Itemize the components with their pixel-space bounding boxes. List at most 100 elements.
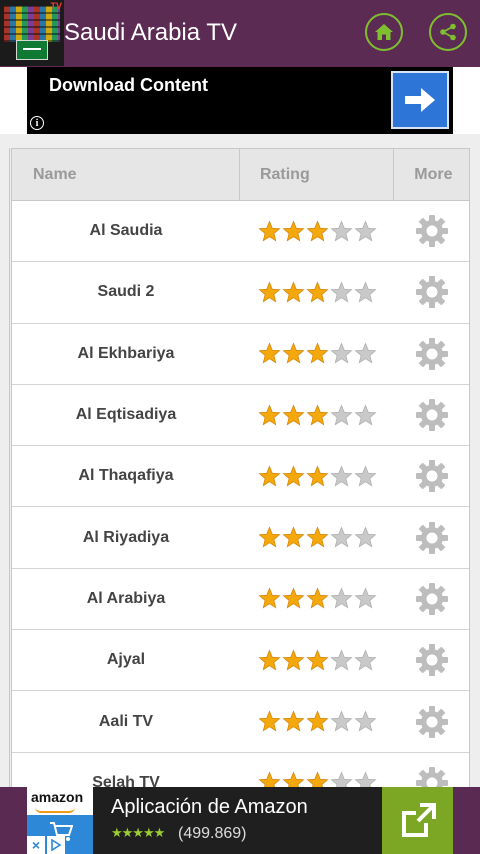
channel-rating[interactable] <box>240 569 394 629</box>
column-header-name[interactable]: Name <box>12 149 240 200</box>
table-row[interactable]: Al Ekhbariya <box>12 323 469 385</box>
table-row[interactable]: Al Saudia <box>12 201 469 263</box>
ad-choices-icon[interactable] <box>47 836 65 854</box>
star-filled-icon <box>258 649 281 671</box>
app-bar: TV Saudi Arabia TV <box>0 0 480 67</box>
table-row[interactable]: Al Eqtisadiya <box>12 384 469 447</box>
table-header: Name Rating More <box>12 149 469 201</box>
channel-list-area: Name Rating More Al Saudia Saudi 2 Al Ekhb… <box>0 134 480 787</box>
table-row[interactable]: Al Thaqafiya <box>12 446 469 508</box>
bottom-ad-open-button[interactable] <box>382 787 453 854</box>
app-title: Saudi Arabia TV <box>64 19 238 46</box>
channel-rating[interactable] <box>240 324 394 384</box>
table-row[interactable]: Selah TV <box>12 752 469 787</box>
gear-icon <box>415 582 448 615</box>
ad-info-icon[interactable]: i <box>30 116 44 130</box>
gear-icon <box>415 705 448 738</box>
channel-rating[interactable] <box>240 262 394 322</box>
gear-icon <box>415 337 448 370</box>
star-filled-icon <box>282 281 305 303</box>
star-empty-icon <box>354 526 377 548</box>
channel-rating[interactable] <box>240 201 394 261</box>
channel-table: Name Rating More Al Saudia Saudi 2 Al Ekhb… <box>11 148 470 787</box>
channel-rating[interactable] <box>240 691 394 751</box>
star-empty-icon <box>330 342 353 364</box>
gear-icon <box>415 215 448 248</box>
share-button[interactable] <box>429 13 467 51</box>
channel-name: Al Eqtisadiya <box>75 406 177 424</box>
channel-rating[interactable] <box>240 630 394 690</box>
bottom-ad-content[interactable]: amazon Aplicación de Amazon ★★★★★ (499.8… <box>27 787 453 854</box>
more-options-button[interactable] <box>394 385 469 445</box>
star-filled-icon <box>258 220 281 242</box>
gear-icon <box>415 276 448 309</box>
star-empty-icon <box>354 710 377 732</box>
star-filled-icon <box>258 710 281 732</box>
star-filled-icon <box>306 526 329 548</box>
more-options-button[interactable] <box>394 201 469 261</box>
share-icon <box>440 23 456 41</box>
star-empty-icon <box>354 342 377 364</box>
star-empty-icon <box>330 771 353 787</box>
top-ad-text: Download Content <box>49 75 208 95</box>
more-options-button[interactable] <box>394 630 469 690</box>
more-options-button[interactable] <box>394 691 469 751</box>
more-options-button[interactable] <box>394 753 469 787</box>
column-header-more[interactable]: More <box>394 149 469 200</box>
table-row[interactable]: Al Riyadiya <box>12 507 469 569</box>
star-filled-icon <box>306 220 329 242</box>
external-open-icon <box>401 802 436 837</box>
star-filled-icon <box>258 403 281 425</box>
top-ad-content[interactable]: Download Content i <box>27 67 453 134</box>
star-empty-icon <box>330 281 353 303</box>
gear-icon <box>415 399 448 432</box>
star-filled-icon <box>306 465 329 487</box>
bottom-ad-title: Aplicación de Amazon <box>111 796 308 818</box>
column-header-rating[interactable]: Rating <box>240 149 395 200</box>
bottom-ad-banner[interactable]: amazon Aplicación de Amazon ★★★★★ (499.8… <box>0 787 480 854</box>
app-logo-icon: TV <box>0 0 64 66</box>
channel-name: Al Thaqafiya <box>78 467 174 485</box>
channel-rating[interactable] <box>240 385 394 445</box>
bottom-ad-rating-count: (499.869) <box>178 825 247 842</box>
star-filled-icon <box>258 526 281 548</box>
star-filled-icon <box>282 526 305 548</box>
star-filled-icon <box>282 710 305 732</box>
table-row[interactable]: Aali TV <box>12 691 469 753</box>
table-row[interactable]: Ajyal <box>12 630 469 692</box>
star-filled-icon <box>282 771 305 787</box>
star-empty-icon <box>354 220 377 242</box>
ad-close-button[interactable]: × <box>27 836 45 854</box>
star-empty-icon <box>330 403 353 425</box>
channel-rating[interactable] <box>240 753 394 787</box>
star-empty-icon <box>354 281 377 303</box>
more-options-button[interactable] <box>394 569 469 629</box>
star-filled-icon <box>306 281 329 303</box>
more-options-button[interactable] <box>394 446 469 506</box>
table-row[interactable]: Al Arabiya <box>12 568 469 631</box>
star-empty-icon <box>330 220 353 242</box>
star-empty-icon <box>354 465 377 487</box>
star-filled-icon <box>258 587 281 609</box>
star-empty-icon <box>330 526 353 548</box>
channel-rating[interactable] <box>240 446 394 506</box>
top-ad-banner[interactable]: Download Content i <box>0 67 480 134</box>
table-row[interactable]: Saudi 2 <box>12 262 469 324</box>
star-filled-icon <box>306 710 329 732</box>
channel-name: Al Riyadiya <box>82 528 170 546</box>
star-filled-icon <box>282 342 305 364</box>
channel-name: Aali TV <box>98 712 154 730</box>
top-ad-arrow-button[interactable] <box>391 71 449 129</box>
more-options-button[interactable] <box>394 262 469 322</box>
gear-icon <box>415 644 448 677</box>
star-empty-icon <box>354 771 377 787</box>
channel-rating[interactable] <box>240 507 394 567</box>
channel-name: Ajyal <box>106 651 146 669</box>
star-empty-icon <box>354 403 377 425</box>
star-filled-icon <box>306 342 329 364</box>
star-filled-icon <box>282 587 305 609</box>
star-filled-icon <box>306 403 329 425</box>
home-button[interactable] <box>365 13 403 51</box>
more-options-button[interactable] <box>394 507 469 567</box>
more-options-button[interactable] <box>394 324 469 384</box>
